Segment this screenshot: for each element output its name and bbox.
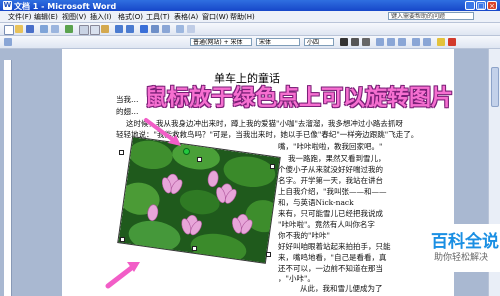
watermark-title: 百科全说	[431, 232, 499, 252]
arrow-to-corner-handle	[105, 263, 137, 289]
overlay-caption: 鼠标放于绿色点上可以旋转图片	[145, 86, 454, 111]
watermark-logo: 百科全说 助你轻松解决	[423, 224, 500, 272]
watermark-subtitle: 助你轻松解决	[434, 253, 489, 263]
arrow-to-rotation-handle	[144, 118, 178, 144]
